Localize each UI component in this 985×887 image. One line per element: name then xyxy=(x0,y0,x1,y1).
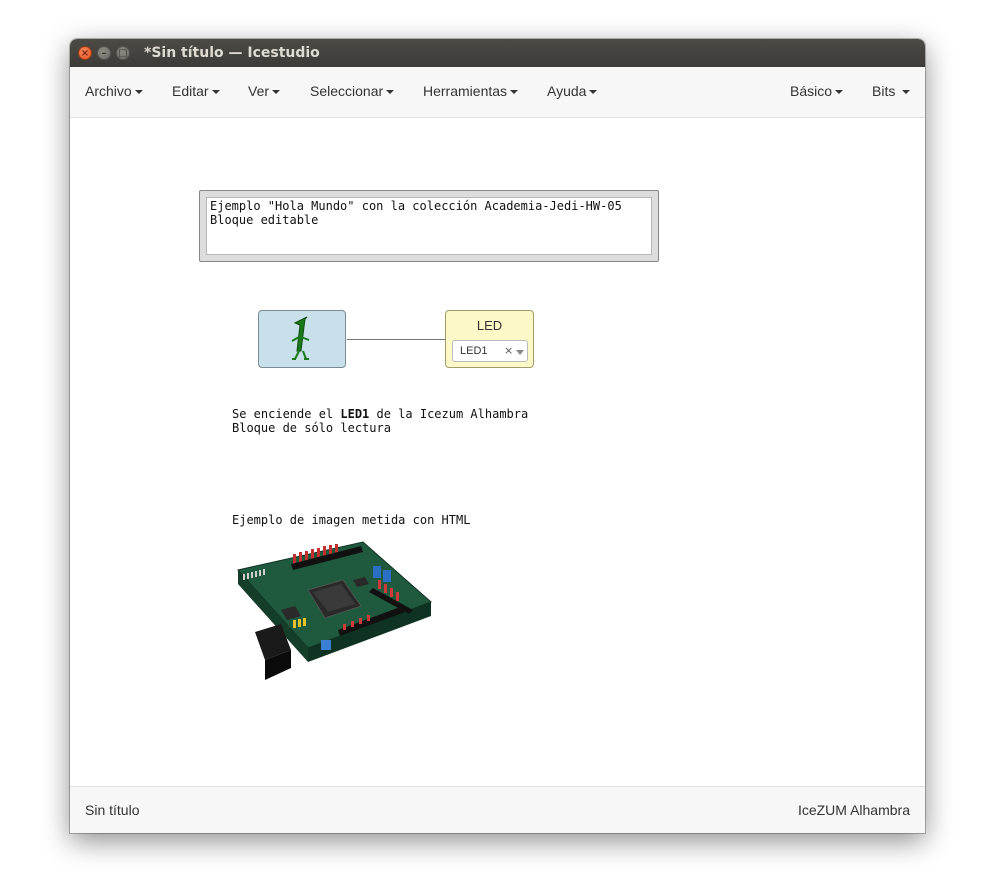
menu-ayuda[interactable]: Ayuda xyxy=(547,83,598,99)
caret-down-icon xyxy=(589,90,598,95)
menu-label: Bits xyxy=(872,83,896,99)
menu-label: Ver xyxy=(248,83,270,99)
constant-one-block[interactable] xyxy=(258,310,346,368)
menu-basico[interactable]: Básico xyxy=(790,83,844,99)
led-pin-select[interactable]: LED1 × xyxy=(452,340,528,362)
menu-ver[interactable]: Ver xyxy=(248,83,281,99)
editable-info-line-2: Bloque editable xyxy=(210,213,319,227)
title-bar[interactable]: × – □ *Sin título — Icestudio xyxy=(70,39,925,67)
menu-bar: Archivo Editar Ver Seleccionar Herramien… xyxy=(70,67,925,118)
window-title: *Sin título — Icestudio xyxy=(144,45,320,61)
led-output-block[interactable]: LED LED1 × xyxy=(445,310,534,368)
led-block-title: LED xyxy=(476,318,503,333)
app-window: × – □ *Sin título — Icestudio Archivo Ed… xyxy=(70,39,925,833)
menu-label: Editar xyxy=(172,83,209,99)
minimize-window-button[interactable]: – xyxy=(97,46,111,60)
caret-down-icon xyxy=(835,90,844,95)
menu-label: Seleccionar xyxy=(310,83,384,99)
maximize-window-button[interactable]: □ xyxy=(116,46,130,60)
editable-info-block[interactable]: Ejemplo "Hola Mundo" con la colección Ac… xyxy=(199,190,659,262)
close-window-button[interactable]: × xyxy=(78,46,92,60)
caret-down-icon xyxy=(134,90,143,95)
design-canvas[interactable]: Ejemplo "Hola Mundo" con la colección Ac… xyxy=(70,118,925,786)
menu-label: Archivo xyxy=(85,83,132,99)
menu-archivo[interactable]: Archivo xyxy=(85,83,143,99)
menu-bits[interactable]: Bits xyxy=(872,83,911,99)
caret-down-icon xyxy=(272,90,281,95)
fpga-board-image xyxy=(237,541,432,680)
menu-label: Herramientas xyxy=(423,83,508,99)
caret-down-icon xyxy=(386,90,395,95)
editable-info-line-1: Ejemplo "Hola Mundo" con la colección Ac… xyxy=(210,199,622,213)
readonly-info-bold: LED1 xyxy=(340,407,370,421)
caret-down-icon xyxy=(902,90,911,95)
status-board-name[interactable]: IceZUM Alhambra xyxy=(798,802,910,818)
clear-selection-icon[interactable]: × xyxy=(504,344,513,357)
status-project-name: Sin título xyxy=(85,802,140,818)
one-constant-icon xyxy=(291,316,310,360)
led-pin-value: LED1 xyxy=(460,345,488,357)
caret-down-icon xyxy=(211,90,220,95)
menu-seleccionar[interactable]: Seleccionar xyxy=(310,83,395,99)
wire[interactable] xyxy=(347,339,446,340)
image-caption: Ejemplo de imagen metida con HTML xyxy=(232,513,471,527)
dropdown-arrow-icon[interactable] xyxy=(516,350,524,355)
readonly-info-prefix: Se enciende el xyxy=(232,407,341,421)
editable-info-textarea[interactable]: Ejemplo "Hola Mundo" con la colección Ac… xyxy=(206,197,652,255)
menu-editar[interactable]: Editar xyxy=(172,83,220,99)
menu-herramientas[interactable]: Herramientas xyxy=(423,83,519,99)
readonly-info-suffix: de la Icezum Alhambra xyxy=(369,407,529,421)
menu-label: Básico xyxy=(790,83,833,99)
menu-label: Ayuda xyxy=(547,83,587,99)
caret-down-icon xyxy=(510,90,519,95)
readonly-info-line-2: Bloque de sólo lectura xyxy=(232,421,391,435)
readonly-info-block: Se enciende el LED1 de la Icezum Alhambr… xyxy=(232,407,528,435)
status-bar: Sin título IceZUM Alhambra xyxy=(70,786,925,833)
